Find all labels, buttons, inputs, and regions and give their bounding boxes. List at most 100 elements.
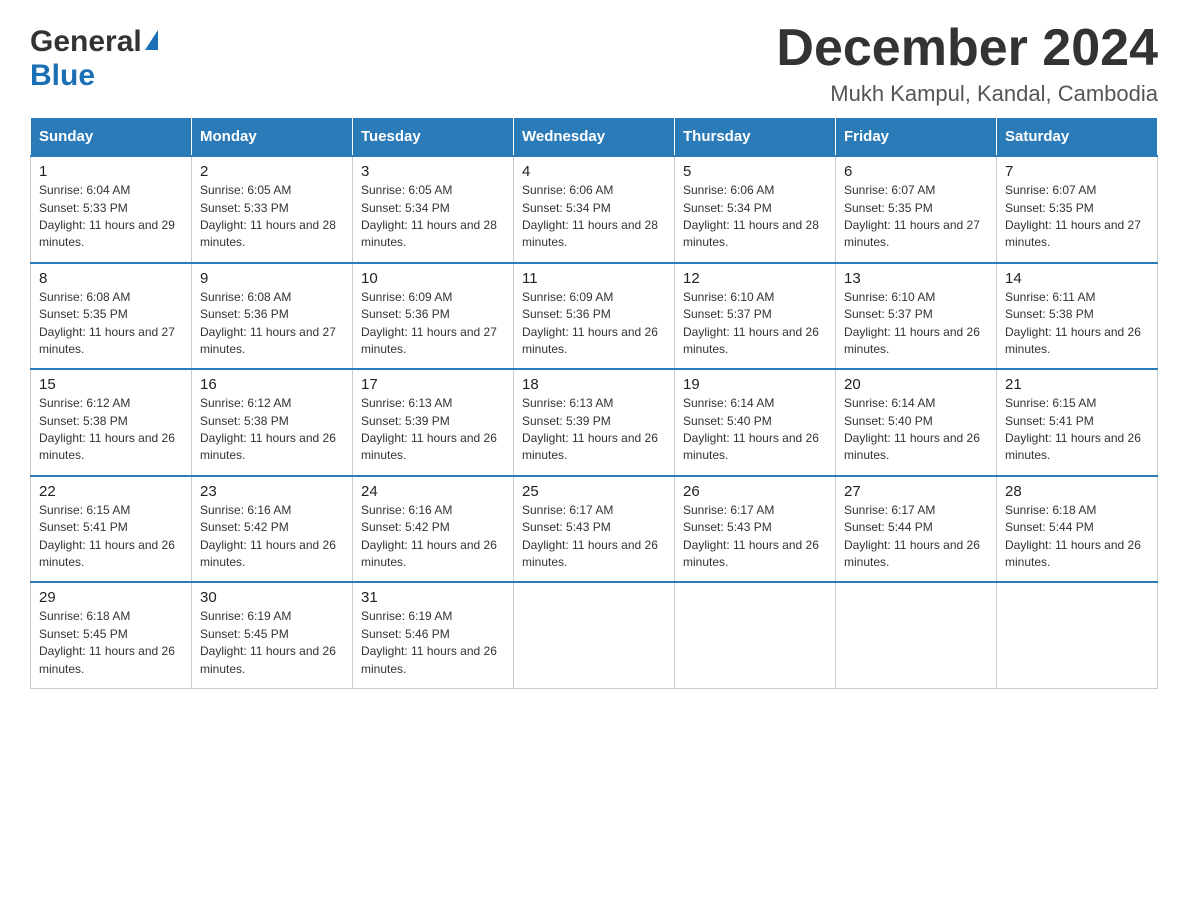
day-info: Sunrise: 6:10 AMSunset: 5:37 PMDaylight:… xyxy=(683,290,819,356)
calendar-cell: 1 Sunrise: 6:04 AMSunset: 5:33 PMDaylight… xyxy=(31,156,192,263)
calendar-cell xyxy=(997,582,1158,688)
day-number: 11 xyxy=(522,270,666,287)
calendar-cell: 22 Sunrise: 6:15 AMSunset: 5:41 PMDayligh… xyxy=(31,476,192,583)
calendar-cell: 3 Sunrise: 6:05 AMSunset: 5:34 PMDaylight… xyxy=(353,156,514,263)
calendar-cell: 17Sunrise: 6:13 AMSunset: 5:39 PMDayligh… xyxy=(353,369,514,476)
calendar-cell: 11 Sunrise: 6:09 AMSunset: 5:36 PMDayligh… xyxy=(514,263,675,370)
location-subtitle: Mukh Kampul, Kandal, Cambodia xyxy=(776,81,1158,107)
calendar-cell: 15 Sunrise: 6:12 AMSunset: 5:38 PMDayligh… xyxy=(31,369,192,476)
day-info: Sunrise: 6:04 AMSunset: 5:33 PMDaylight:… xyxy=(39,183,175,249)
day-number: 18 xyxy=(522,376,666,393)
calendar-cell: 20Sunrise: 6:14 AMSunset: 5:40 PMDayligh… xyxy=(836,369,997,476)
calendar-cell: 4 Sunrise: 6:06 AMSunset: 5:34 PMDaylight… xyxy=(514,156,675,263)
day-number: 15 xyxy=(39,376,183,393)
day-number: 17 xyxy=(361,376,505,393)
calendar-cell: 5 Sunrise: 6:06 AMSunset: 5:34 PMDaylight… xyxy=(675,156,836,263)
calendar-cell: 14Sunrise: 6:11 AMSunset: 5:38 PMDayligh… xyxy=(997,263,1158,370)
day-info: Sunrise: 6:18 AMSunset: 5:44 PMDaylight:… xyxy=(1005,503,1141,569)
calendar-cell: 28 Sunrise: 6:18 AMSunset: 5:44 PMDayligh… xyxy=(997,476,1158,583)
calendar-cell: 16 Sunrise: 6:12 AMSunset: 5:38 PMDayligh… xyxy=(192,369,353,476)
day-info: Sunrise: 6:08 AMSunset: 5:35 PMDaylight:… xyxy=(39,290,175,356)
day-number: 6 xyxy=(844,163,988,180)
day-info: Sunrise: 6:16 AMSunset: 5:42 PMDaylight:… xyxy=(200,503,336,569)
day-info: Sunrise: 6:08 AMSunset: 5:36 PMDaylight:… xyxy=(200,290,336,356)
day-number: 27 xyxy=(844,483,988,500)
day-info: Sunrise: 6:07 AMSunset: 5:35 PMDaylight:… xyxy=(1005,183,1141,249)
day-number: 4 xyxy=(522,163,666,180)
day-number: 20 xyxy=(844,376,988,393)
logo-blue-text: Blue xyxy=(30,59,95,93)
day-info: Sunrise: 6:13 AMSunset: 5:39 PMDaylight:… xyxy=(522,396,658,462)
calendar-cell: 21 Sunrise: 6:15 AMSunset: 5:41 PMDayligh… xyxy=(997,369,1158,476)
day-info: Sunrise: 6:16 AMSunset: 5:42 PMDaylight:… xyxy=(361,503,497,569)
calendar-cell: 30 Sunrise: 6:19 AMSunset: 5:45 PMDayligh… xyxy=(192,582,353,688)
day-info: Sunrise: 6:06 AMSunset: 5:34 PMDaylight:… xyxy=(522,183,658,249)
calendar-cell: 2Sunrise: 6:05 AMSunset: 5:33 PMDaylight… xyxy=(192,156,353,263)
calendar-cell: 24Sunrise: 6:16 AMSunset: 5:42 PMDayligh… xyxy=(353,476,514,583)
day-number: 9 xyxy=(200,270,344,287)
day-number: 26 xyxy=(683,483,827,500)
day-number: 23 xyxy=(200,483,344,500)
day-number: 2 xyxy=(200,163,344,180)
weekday-header-wednesday: Wednesday xyxy=(514,118,675,157)
day-number: 16 xyxy=(200,376,344,393)
calendar-cell xyxy=(514,582,675,688)
title-block: December 2024 Mukh Kampul, Kandal, Cambo… xyxy=(776,20,1158,107)
day-number: 28 xyxy=(1005,483,1149,500)
calendar-cell xyxy=(675,582,836,688)
day-number: 5 xyxy=(683,163,827,180)
day-info: Sunrise: 6:12 AMSunset: 5:38 PMDaylight:… xyxy=(200,396,336,462)
weekday-header-saturday: Saturday xyxy=(997,118,1158,157)
calendar-cell: 9 Sunrise: 6:08 AMSunset: 5:36 PMDaylight… xyxy=(192,263,353,370)
day-number: 1 xyxy=(39,163,183,180)
calendar-cell: 10Sunrise: 6:09 AMSunset: 5:36 PMDayligh… xyxy=(353,263,514,370)
day-number: 19 xyxy=(683,376,827,393)
day-number: 3 xyxy=(361,163,505,180)
week-row-4: 22 Sunrise: 6:15 AMSunset: 5:41 PMDayligh… xyxy=(31,476,1158,583)
calendar-cell: 8 Sunrise: 6:08 AMSunset: 5:35 PMDaylight… xyxy=(31,263,192,370)
day-number: 22 xyxy=(39,483,183,500)
day-number: 13 xyxy=(844,270,988,287)
day-number: 29 xyxy=(39,589,183,606)
day-number: 12 xyxy=(683,270,827,287)
day-info: Sunrise: 6:11 AMSunset: 5:38 PMDaylight:… xyxy=(1005,290,1141,356)
calendar-cell: 6 Sunrise: 6:07 AMSunset: 5:35 PMDaylight… xyxy=(836,156,997,263)
weekday-header-monday: Monday xyxy=(192,118,353,157)
day-info: Sunrise: 6:17 AMSunset: 5:43 PMDaylight:… xyxy=(522,503,658,569)
day-info: Sunrise: 6:12 AMSunset: 5:38 PMDaylight:… xyxy=(39,396,175,462)
calendar-cell: 26Sunrise: 6:17 AMSunset: 5:43 PMDayligh… xyxy=(675,476,836,583)
day-info: Sunrise: 6:07 AMSunset: 5:35 PMDaylight:… xyxy=(844,183,980,249)
logo-general-text: General xyxy=(30,25,142,59)
day-info: Sunrise: 6:15 AMSunset: 5:41 PMDaylight:… xyxy=(39,503,175,569)
calendar-cell: 31Sunrise: 6:19 AMSunset: 5:46 PMDayligh… xyxy=(353,582,514,688)
logo-triangle-icon xyxy=(145,30,158,50)
week-row-5: 29 Sunrise: 6:18 AMSunset: 5:45 PMDayligh… xyxy=(31,582,1158,688)
calendar-table: SundayMondayTuesdayWednesdayThursdayFrid… xyxy=(30,117,1158,689)
day-info: Sunrise: 6:09 AMSunset: 5:36 PMDaylight:… xyxy=(522,290,658,356)
calendar-cell xyxy=(836,582,997,688)
page-header: General Blue December 2024 Mukh Kampul, … xyxy=(30,20,1158,107)
calendar-cell: 19Sunrise: 6:14 AMSunset: 5:40 PMDayligh… xyxy=(675,369,836,476)
day-number: 7 xyxy=(1005,163,1149,180)
day-info: Sunrise: 6:18 AMSunset: 5:45 PMDaylight:… xyxy=(39,609,175,675)
calendar-cell: 13 Sunrise: 6:10 AMSunset: 5:37 PMDayligh… xyxy=(836,263,997,370)
day-info: Sunrise: 6:19 AMSunset: 5:45 PMDaylight:… xyxy=(200,609,336,675)
day-number: 30 xyxy=(200,589,344,606)
calendar-cell: 29 Sunrise: 6:18 AMSunset: 5:45 PMDayligh… xyxy=(31,582,192,688)
day-info: Sunrise: 6:15 AMSunset: 5:41 PMDaylight:… xyxy=(1005,396,1141,462)
calendar-cell: 23 Sunrise: 6:16 AMSunset: 5:42 PMDayligh… xyxy=(192,476,353,583)
week-row-2: 8 Sunrise: 6:08 AMSunset: 5:35 PMDaylight… xyxy=(31,263,1158,370)
weekday-header-sunday: Sunday xyxy=(31,118,192,157)
day-number: 25 xyxy=(522,483,666,500)
day-info: Sunrise: 6:17 AMSunset: 5:44 PMDaylight:… xyxy=(844,503,980,569)
week-row-3: 15 Sunrise: 6:12 AMSunset: 5:38 PMDayligh… xyxy=(31,369,1158,476)
day-info: Sunrise: 6:05 AMSunset: 5:34 PMDaylight:… xyxy=(361,183,497,249)
month-year-title: December 2024 xyxy=(776,20,1158,77)
calendar-cell: 18 Sunrise: 6:13 AMSunset: 5:39 PMDayligh… xyxy=(514,369,675,476)
day-number: 21 xyxy=(1005,376,1149,393)
weekday-header-thursday: Thursday xyxy=(675,118,836,157)
weekday-header-friday: Friday xyxy=(836,118,997,157)
day-info: Sunrise: 6:10 AMSunset: 5:37 PMDaylight:… xyxy=(844,290,980,356)
day-info: Sunrise: 6:06 AMSunset: 5:34 PMDaylight:… xyxy=(683,183,819,249)
day-number: 8 xyxy=(39,270,183,287)
